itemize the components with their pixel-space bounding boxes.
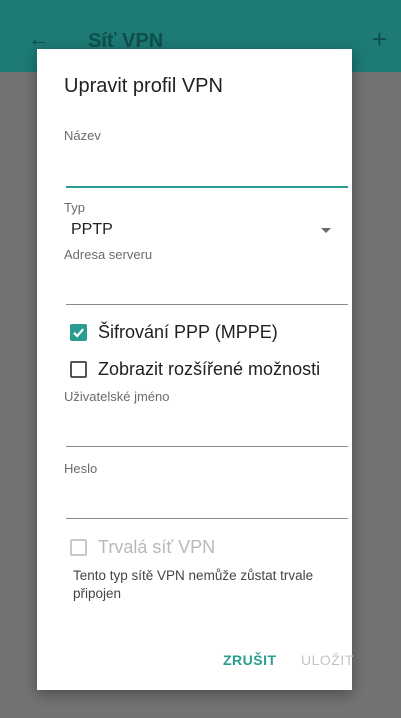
back-arrow-icon[interactable]: ← [28, 28, 50, 50]
server-address-underline [66, 304, 348, 305]
name-label: Název [64, 128, 101, 143]
type-label: Typ [64, 200, 85, 215]
always-on-vpn-checkbox-row: Trvalá síť VPN [70, 537, 215, 558]
password-underline [66, 518, 348, 519]
name-input-underline [66, 186, 348, 188]
always-on-vpn-note: Tento typ sítě VPN nemůže zůstat trvale … [73, 568, 314, 601]
mppe-checkbox[interactable] [70, 324, 87, 341]
mppe-checkbox-row[interactable]: Šifrování PPP (MPPE) [70, 322, 278, 343]
always-on-vpn-checkbox [70, 539, 87, 556]
password-label: Heslo [64, 461, 98, 476]
type-dropdown[interactable]: PPTP [71, 221, 113, 239]
advanced-options-checkbox-row[interactable]: Zobrazit rozšířené možnosti [70, 359, 320, 380]
add-icon[interactable]: + [372, 26, 387, 52]
checkmark-icon [73, 328, 85, 338]
mppe-label: Šifrování PPP (MPPE) [98, 322, 278, 342]
advanced-options-checkbox[interactable] [70, 361, 87, 378]
dropdown-arrow-icon[interactable] [321, 228, 331, 233]
always-on-vpn-label: Trvalá síť VPN [98, 537, 216, 557]
dialog-title: Upravit profil VPN [64, 75, 223, 97]
edit-vpn-profile-dialog: Upravit profil VPN Název Typ PPTP Adresa… [37, 49, 354, 690]
username-underline [66, 446, 348, 447]
server-address-label: Adresa serveru [64, 247, 153, 262]
cancel-button[interactable]: ZRUŠIT [223, 652, 277, 668]
advanced-options-label: Zobrazit rozšířené možnosti [98, 359, 321, 379]
username-label: Uživatelské jméno [64, 389, 170, 404]
save-button[interactable]: ULOŽIT [301, 652, 354, 668]
